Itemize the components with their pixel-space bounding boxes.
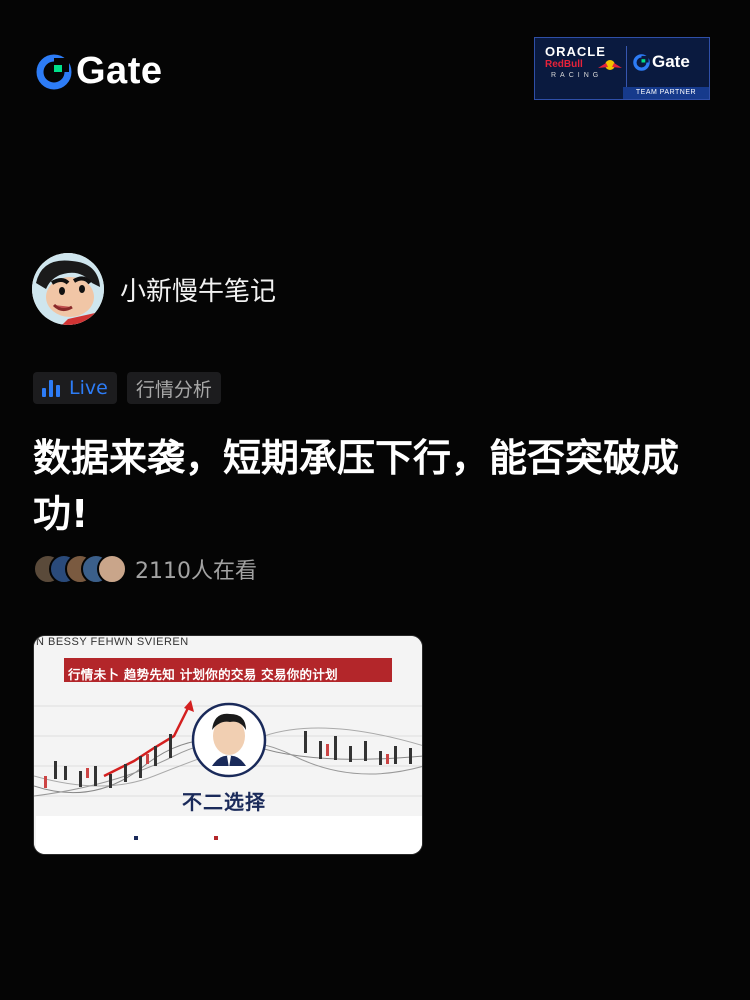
viewer-avatar — [97, 554, 127, 584]
live-tag[interactable]: Live — [33, 372, 117, 404]
redbull-text: RedBull — [545, 59, 583, 70]
category-tag-label: 行情分析 — [135, 378, 212, 401]
live-bars-icon — [42, 379, 60, 397]
gate-logo-text: Gate — [76, 50, 163, 92]
cover-banner-text: 行情未卜 趋势先知 计划你的交易 交易你的计划 — [68, 667, 338, 682]
oracle-text: ORACLE — [545, 44, 606, 59]
author-name[interactable]: 小新慢牛笔记 — [120, 271, 276, 308]
gate-logo[interactable]: Gate — [36, 50, 162, 93]
team-partner-label: TEAM PARTNER — [623, 87, 709, 99]
tag-row: Live 行情分析 — [33, 372, 221, 404]
post-cover-image[interactable]: N BESSY FEHWN SVIEREN 行情未卜 趋势先知 计划你的交易 交… — [33, 635, 423, 855]
gate-logo-icon — [36, 54, 72, 89]
partner-divider — [626, 46, 627, 88]
cover-caption: 不二选择 — [182, 790, 266, 814]
author-row[interactable]: 小新慢牛笔记 — [32, 253, 276, 325]
viewers-row: 2110人在看 — [33, 553, 257, 585]
author-avatar[interactable] — [32, 253, 104, 325]
partner-gate-text: Gate — [652, 52, 690, 71]
live-tag-label: Live — [69, 377, 108, 399]
racing-text: RACING — [551, 72, 603, 79]
post-title: 数据来袭，短期承压下行，能否突破成功! — [33, 436, 680, 536]
avatar-image — [32, 253, 104, 325]
team-partner-badge: ORACLE RedBull RACING Gate TEAM PARTNER — [534, 37, 710, 100]
gate-logo-icon-small — [633, 53, 650, 71]
partner-gate-logo: Gate — [633, 52, 690, 72]
cover-overlay-text: N BESSY FEHWN SVIEREN — [36, 636, 189, 648]
category-tag[interactable]: 行情分析 — [126, 372, 221, 404]
viewer-count: 2110人在看 — [135, 559, 257, 584]
bull-icon — [598, 60, 622, 70]
viewer-avatars — [33, 554, 127, 584]
